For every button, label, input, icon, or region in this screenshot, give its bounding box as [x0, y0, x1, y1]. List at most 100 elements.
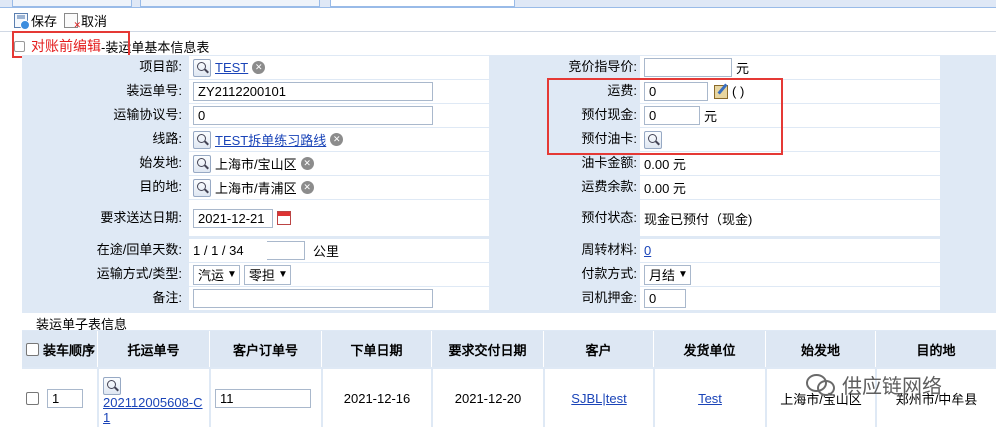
transport-type-value: 零担 [248, 268, 275, 283]
payment-label: 付款方式: [491, 263, 637, 285]
prepay-status-field: 现金已预付（现金) [640, 200, 940, 236]
req-date-label: 要求送达日期: [22, 200, 182, 236]
agreement-label: 运输协议号: [22, 104, 182, 126]
km-input[interactable] [267, 241, 305, 260]
project-label: 项目部: [22, 56, 182, 78]
clear-icon[interactable]: ✕ [330, 133, 344, 146]
req-date-field [189, 200, 489, 236]
bid-field: 元 [640, 56, 940, 79]
search-icon[interactable] [103, 377, 121, 395]
col-due-date: 要求交付日期 [432, 331, 544, 367]
chevron-down-icon: ▼ [678, 269, 688, 280]
bid-input[interactable] [644, 58, 732, 77]
payment-select[interactable]: 月结 ▼ [644, 264, 691, 285]
clear-icon[interactable]: ✕ [300, 157, 314, 170]
origin-field: 上海市/宝山区 ✕ [189, 152, 489, 175]
tab-active[interactable] [330, 0, 515, 7]
turnover-field: 0 [640, 239, 940, 262]
cancel-icon [64, 12, 81, 31]
table-row [22, 369, 97, 427]
fuel-balance-field: 0.00 元 [640, 152, 940, 175]
waybill-cell: 202112005608-C1 [99, 369, 209, 427]
deposit-input[interactable] [644, 289, 686, 308]
chevron-down-icon: ▼ [227, 269, 237, 280]
shipper-link[interactable]: Test [698, 391, 722, 406]
wechat-logo-icon [806, 372, 836, 396]
clear-icon[interactable]: ✕ [252, 61, 266, 74]
shipper-cell: Test [655, 369, 765, 427]
customer-cell: SJBL|test [545, 369, 653, 427]
tab-1[interactable] [12, 0, 132, 7]
agreement-input[interactable] [193, 106, 433, 125]
highlight-box-fees [547, 78, 783, 155]
fuel-balance-value: 0.00 元 [644, 157, 686, 172]
payment-field: 月结 ▼ [640, 263, 940, 286]
select-all-checkbox[interactable] [26, 342, 39, 356]
col-customer: 客户 [544, 331, 654, 367]
clear-icon[interactable]: ✕ [300, 181, 314, 194]
origin-label: 始发地: [22, 152, 182, 174]
days-value: 1 / 1 / 34 [193, 243, 244, 258]
customer-link[interactable]: SJBL|test [571, 391, 626, 406]
waybill-link[interactable]: 202112005608-C1 [103, 395, 209, 425]
transport-mode-select[interactable]: 汽运 ▼ [193, 264, 240, 285]
cancel-label: 取消 [81, 13, 108, 29]
transport-type-select[interactable]: 零担 ▼ [243, 264, 291, 285]
turnover-link[interactable]: 0 [644, 243, 651, 258]
tab-2[interactable] [140, 0, 320, 7]
days-field: 1 / 1 / 34 公里 [189, 239, 489, 262]
seq-input[interactable] [47, 388, 83, 408]
tab-strip [0, 0, 996, 8]
req-date-input[interactable] [193, 208, 273, 228]
fuel-balance-label: 油卡金额: [491, 152, 637, 174]
payment-value: 月结 [649, 268, 676, 283]
save-icon [14, 12, 30, 30]
transport-field: 汽运 ▼ 零担 ▼ [189, 263, 489, 286]
remark-input[interactable] [193, 289, 433, 308]
freight-balance-value: 0.00 元 [644, 181, 686, 196]
transport-label: 运输方式/类型: [22, 263, 182, 285]
origin-value: 上海市/宝山区 [215, 157, 297, 172]
dest-field: 上海市/青浦区 ✕ [189, 176, 489, 199]
route-label: 线路: [22, 128, 182, 150]
project-field: TEST ✕ [189, 56, 489, 79]
cancel-button[interactable]: 取消 [64, 11, 108, 31]
project-link[interactable]: TEST [215, 60, 248, 75]
order-date-cell: 2021-12-16 [323, 369, 431, 427]
chevron-down-icon: ▼ [277, 269, 288, 280]
dest-value: 上海市/青浦区 [215, 181, 297, 196]
save-label: 保存 [31, 13, 58, 29]
col-waybill: 托运单号 [98, 331, 210, 367]
col-origin: 始发地 [766, 331, 876, 367]
watermark: 供应链网络 [806, 368, 942, 400]
shipment-no-label: 装运单号: [22, 80, 182, 102]
customer-order-input[interactable] [215, 388, 311, 408]
dest-label: 目的地: [22, 176, 182, 198]
days-label: 在途/回单天数: [22, 239, 182, 261]
freight-balance-field: 0.00 元 [640, 176, 940, 199]
customer-order-cell [211, 369, 321, 427]
highlight-box-title [12, 31, 130, 58]
row-checkbox[interactable] [26, 391, 39, 405]
col-shipper: 发货单位 [654, 331, 766, 367]
due-date-cell: 2021-12-20 [433, 369, 543, 427]
deposit-label: 司机押金: [491, 287, 637, 309]
save-button[interactable]: 保存 [14, 11, 58, 30]
shipment-no-input[interactable] [193, 82, 433, 101]
prepay-status-value: 现金已预付（现金) [644, 211, 753, 227]
agreement-field [189, 104, 489, 127]
bid-unit: 元 [736, 61, 750, 76]
bid-label: 竞价指导价: [491, 56, 637, 78]
route-link[interactable]: TEST拆单练习路线 [215, 130, 326, 149]
search-icon[interactable] [193, 178, 211, 197]
search-icon[interactable] [193, 130, 211, 149]
transport-mode-value: 汽运 [198, 268, 225, 283]
watermark-text: 供应链网络 [842, 375, 942, 398]
freight-balance-label: 运费余款: [491, 176, 637, 198]
remark-field [189, 287, 489, 310]
calendar-icon[interactable] [277, 211, 291, 225]
search-icon[interactable] [193, 58, 211, 77]
deposit-field [640, 287, 940, 310]
search-icon[interactable] [193, 154, 211, 173]
km-unit: 公里 [313, 244, 340, 259]
